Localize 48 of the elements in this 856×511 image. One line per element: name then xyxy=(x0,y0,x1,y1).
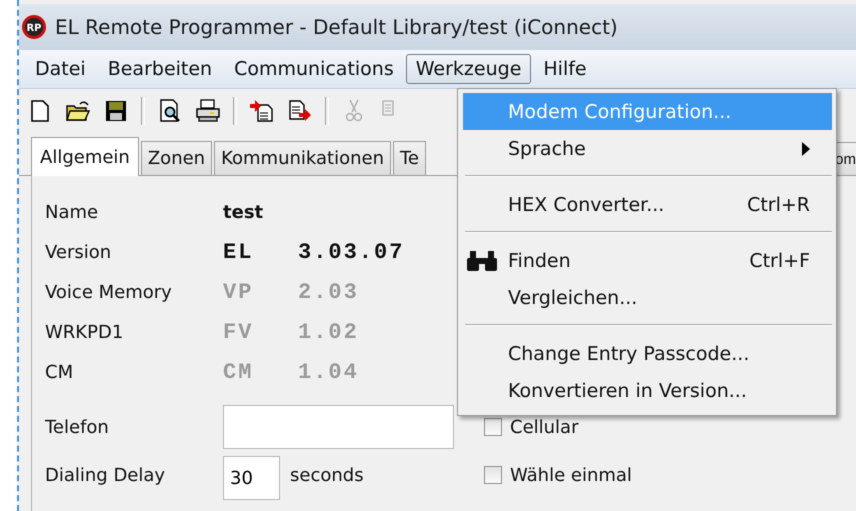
version-number: 1.04 xyxy=(298,360,359,384)
menu-item[interactable]: Datei xyxy=(25,54,96,84)
field-label: Telefon xyxy=(45,416,110,438)
shortcut-text: Ctrl+F xyxy=(749,250,810,272)
field-label: WRKPD1 xyxy=(45,322,124,342)
module-code: VP xyxy=(223,280,254,304)
document-arrow-out-icon[interactable] xyxy=(287,98,313,124)
delay-input[interactable]: 30 xyxy=(223,456,280,500)
menu-item[interactable]: Werkzeuge xyxy=(406,54,532,84)
checkbox-label: Cellular xyxy=(510,416,578,438)
app-logo-icon: RP xyxy=(21,14,47,40)
name-value: test xyxy=(223,202,264,222)
menu-item[interactable]: Sprache xyxy=(463,130,832,167)
field-label: Version xyxy=(45,242,112,262)
field-label: Voice Memory xyxy=(45,282,173,302)
field-label: Name xyxy=(45,202,100,222)
menu-item[interactable]: HEX Converter... Ctrl+R xyxy=(463,186,832,223)
menu-item[interactable]: Change Entry Passcode... xyxy=(463,335,832,372)
unit-label: seconds xyxy=(290,464,365,486)
module-code: CM xyxy=(223,360,254,384)
tab[interactable]: Te xyxy=(392,141,426,175)
phone-input[interactable] xyxy=(223,405,454,449)
submenu-arrow-icon xyxy=(802,142,810,156)
menu-item[interactable]: Communications xyxy=(224,54,404,84)
menu-item[interactable]: Hilfe xyxy=(533,54,597,84)
checkbox-label: Wähle einmal xyxy=(510,464,632,486)
binoculars-icon xyxy=(466,250,498,272)
menu-item[interactable]: Bearbeiten xyxy=(98,54,222,84)
module-code: FV xyxy=(223,320,254,344)
menu-item[interactable]: Vergleichen... xyxy=(463,279,832,316)
field-label: CM xyxy=(45,362,74,382)
shortcut-text: Ctrl+R xyxy=(747,194,810,216)
checkbox[interactable] xyxy=(484,418,502,436)
version-number: 3.03.07 xyxy=(298,240,404,264)
version-number: 1.02 xyxy=(298,320,359,344)
menu-item[interactable]: Konvertieren in Version... xyxy=(463,372,832,409)
tab[interactable]: Allgemein xyxy=(31,137,139,176)
document-arrow-in-icon[interactable] xyxy=(249,98,275,124)
window-title: EL Remote Programmer - Default Library/test (iConnect) xyxy=(55,15,618,39)
printer-icon[interactable] xyxy=(195,98,221,124)
menu-item[interactable]: Finden Ctrl+F xyxy=(463,242,832,279)
checkbox[interactable] xyxy=(484,466,502,484)
tab[interactable]: Zonen xyxy=(140,141,212,175)
module-code: EL xyxy=(223,240,254,264)
field-label: Dialing Delay xyxy=(45,464,166,486)
tab[interactable]: Kommunikationen xyxy=(214,141,391,175)
version-number: 2.03 xyxy=(298,280,359,304)
floppy-disk-icon[interactable] xyxy=(103,98,129,124)
